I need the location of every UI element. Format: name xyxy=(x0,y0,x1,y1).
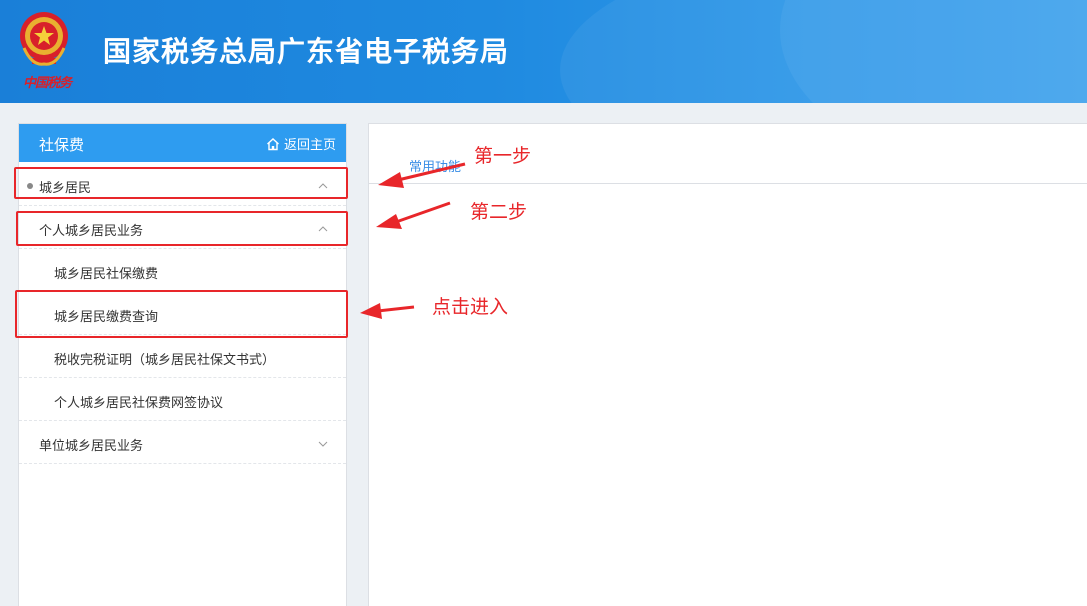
menu-item-online-agreement[interactable]: 个人城乡居民社保费网签协议 xyxy=(19,379,346,421)
annotation-step3: 点击进入 xyxy=(432,296,509,318)
home-link[interactable]: 返回主页 xyxy=(266,134,336,153)
menu-group-unit[interactable]: 单位城乡居民业务 xyxy=(19,422,346,464)
menu-label: 税收完税证明（城乡居民社保文书式） xyxy=(54,353,276,368)
highlight-step3 xyxy=(15,290,348,338)
chevron-down-icon xyxy=(318,436,328,451)
site-header: 中国税务 国家税务总局广东省电子税务局 xyxy=(0,0,1087,103)
menu-label: 个人城乡居民社保费网签协议 xyxy=(54,396,224,411)
header-decoration xyxy=(780,0,1087,103)
divider xyxy=(369,183,1087,184)
arrow-step2-icon xyxy=(376,201,451,229)
emblem-caption: 中国税务 xyxy=(23,76,72,91)
menu-label: 单位城乡居民业务 xyxy=(39,439,144,454)
home-link-label: 返回主页 xyxy=(283,138,336,153)
annotation-step1: 第一步 xyxy=(474,145,532,167)
highlight-step2 xyxy=(16,211,348,246)
main-panel: 常用功能 xyxy=(368,123,1087,606)
arrow-step3-icon xyxy=(360,303,415,319)
annotation-step2: 第二步 xyxy=(470,201,528,223)
menu-label: 城乡居民社保缴费 xyxy=(54,267,159,282)
arrow-step1-icon xyxy=(378,162,466,188)
tax-emblem-icon xyxy=(18,8,70,70)
sidebar-header: 社保费 返回主页 xyxy=(19,124,346,162)
sidebar-title: 社保费 xyxy=(39,136,85,154)
highlight-step1 xyxy=(14,167,348,199)
menu-item-tax-certificate[interactable]: 税收完税证明（城乡居民社保文书式） xyxy=(19,336,346,378)
site-title: 国家税务总局广东省电子税务局 xyxy=(103,35,510,68)
home-icon xyxy=(266,137,280,151)
menu-item-payment[interactable]: 城乡居民社保缴费 xyxy=(19,250,346,292)
